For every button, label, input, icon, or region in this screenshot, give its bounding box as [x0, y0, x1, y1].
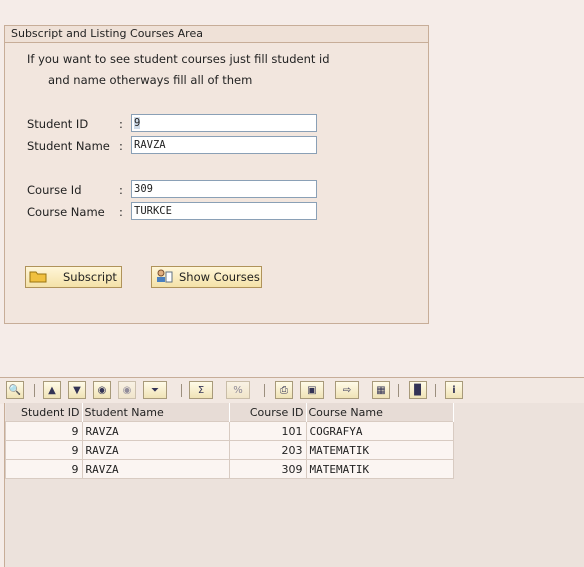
find-icon[interactable]: ◉ [93, 381, 111, 399]
student-id-value: 9 [134, 117, 141, 129]
subscript-button-label: Subscript [63, 270, 117, 284]
cell-course-name[interactable]: COGRAFYA [305, 421, 454, 441]
export-icon[interactable]: ⇨ [335, 381, 359, 399]
graphic-icon[interactable]: ▉ [409, 381, 427, 399]
toolbar-separator [435, 384, 436, 397]
sum-icon[interactable]: Σ [189, 381, 213, 399]
column-header-student-id[interactable]: Student ID [5, 403, 83, 422]
table-row[interactable]: 9 RAVZA 309 MATEMATIK [5, 459, 454, 479]
details-icon[interactable]: 🔍 [6, 381, 24, 399]
table-row[interactable]: 9 RAVZA 203 MATEMATIK [5, 440, 454, 460]
course-name-colon: : [119, 205, 123, 219]
filter-icon[interactable]: ⏷ [143, 381, 167, 399]
cell-course-name[interactable]: MATEMATIK [305, 459, 454, 479]
user-list-icon [155, 269, 173, 286]
info-line-2: and name otherways fill all of them [48, 73, 253, 87]
info-icon[interactable]: i [445, 381, 463, 399]
table-header-row: Student ID Student Name Course ID Course… [5, 403, 454, 422]
student-id-label: Student ID [27, 117, 89, 131]
cell-student-name[interactable]: RAVZA [81, 440, 230, 460]
alv-toolbar: 🔍 ▲ ▼ ◉ ◉ ⏷ Σ % ⎙ ▣ ⇨ ▦ ▉ i [0, 377, 584, 404]
cell-course-id[interactable]: 203 [228, 440, 307, 460]
views-icon[interactable]: ▣ [300, 381, 324, 399]
alv-grid: Student ID Student Name Course ID Course… [4, 403, 584, 567]
column-header-student-name[interactable]: Student Name [82, 403, 230, 422]
info-line-1: If you want to see student courses just … [27, 52, 330, 66]
cell-student-id[interactable]: 9 [5, 459, 83, 479]
frame-title: Subscript and Listing Courses Area [5, 26, 428, 43]
column-header-course-id[interactable]: Course ID [229, 403, 307, 422]
toolbar-separator [181, 384, 182, 397]
student-name-label: Student Name [27, 139, 110, 153]
show-courses-button[interactable]: Show Courses [151, 266, 262, 288]
subtotals-icon[interactable]: % [226, 381, 250, 399]
subscript-button[interactable]: Subscript [25, 266, 122, 288]
student-id-colon: : [119, 117, 123, 131]
courses-table: Student ID Student Name Course ID Course… [5, 403, 454, 479]
table-row[interactable]: 9 RAVZA 101 COGRAFYA [5, 421, 454, 441]
find-next-icon[interactable]: ◉ [118, 381, 136, 399]
course-name-label: Course Name [27, 205, 105, 219]
cell-student-name[interactable]: RAVZA [81, 421, 230, 441]
course-id-colon: : [119, 183, 123, 197]
course-id-label: Course Id [27, 183, 82, 197]
cell-course-id[interactable]: 101 [228, 421, 307, 441]
cell-student-id[interactable]: 9 [5, 440, 83, 460]
toolbar-separator [398, 384, 399, 397]
sort-descending-icon[interactable]: ▼ [68, 381, 86, 399]
show-courses-button-label: Show Courses [179, 270, 260, 284]
subscript-listing-frame: Subscript and Listing Courses Area If yo… [4, 25, 429, 324]
course-name-input[interactable]: TURKCE [131, 202, 317, 220]
student-name-input[interactable]: RAVZA [131, 136, 317, 154]
student-id-input[interactable]: 9 [131, 114, 317, 132]
cell-student-name[interactable]: RAVZA [81, 459, 230, 479]
print-icon[interactable]: ⎙ [275, 381, 293, 399]
column-header-course-name[interactable]: Course Name [306, 403, 454, 422]
student-name-colon: : [119, 139, 123, 153]
course-id-input[interactable]: 309 [131, 180, 317, 198]
sort-ascending-icon[interactable]: ▲ [43, 381, 61, 399]
toolbar-separator [34, 384, 35, 397]
cell-student-id[interactable]: 9 [5, 421, 83, 441]
folder-icon [29, 269, 47, 286]
cell-course-name[interactable]: MATEMATIK [305, 440, 454, 460]
cell-course-id[interactable]: 309 [228, 459, 307, 479]
layout-icon[interactable]: ▦ [372, 381, 390, 399]
toolbar-separator [264, 384, 265, 397]
